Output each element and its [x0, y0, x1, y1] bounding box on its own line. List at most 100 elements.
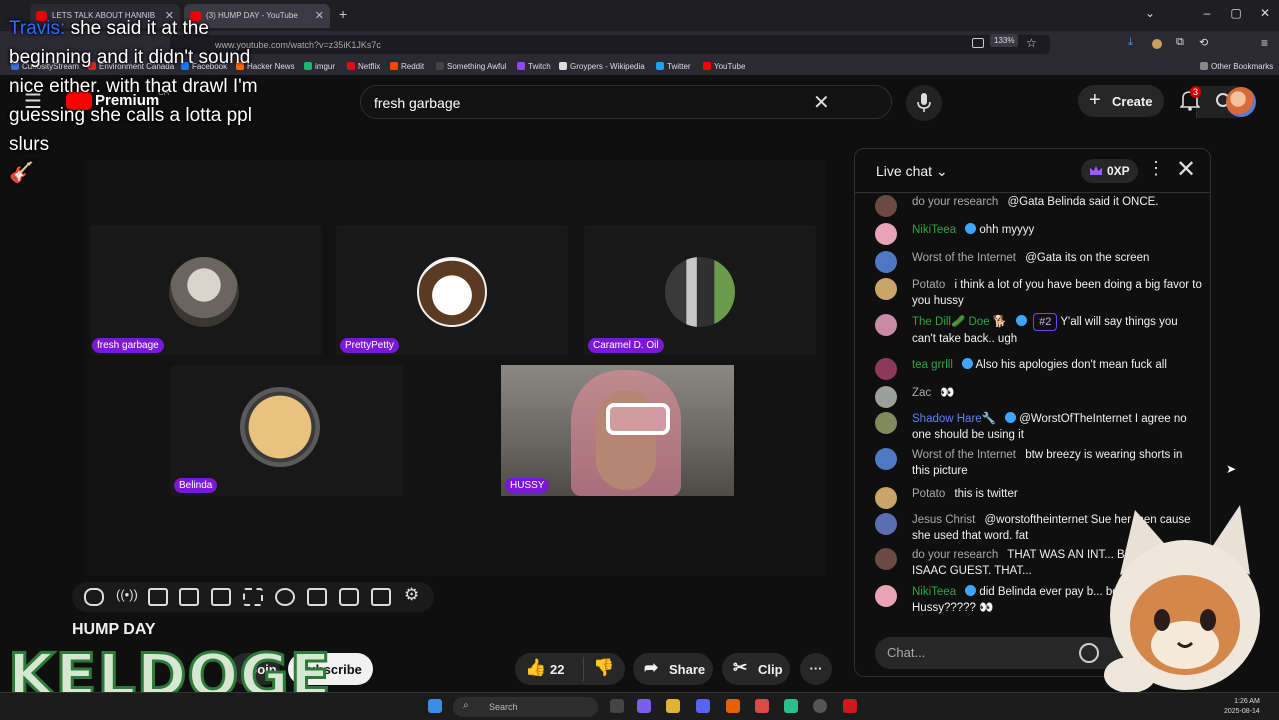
bookmark-star-icon[interactable]: ☆: [1026, 36, 1037, 50]
xp-badge[interactable]: 0XP: [1081, 159, 1138, 183]
chat-author-avatar[interactable]: [875, 314, 897, 336]
camera-icon[interactable]: [339, 588, 359, 606]
bookmark-item[interactable]: Twitch: [517, 62, 551, 71]
copilot-icon[interactable]: [637, 699, 651, 713]
bookmark-item[interactable]: Groypers - Wikipedia: [559, 62, 645, 71]
broadcast-icon[interactable]: ((•)): [116, 587, 138, 605]
menu-icon[interactable]: ≡: [1261, 36, 1268, 50]
clear-search-icon[interactable]: ✕: [813, 90, 830, 115]
windows-taskbar: ⌕ Search 1:26 AM 2025-08-14: [0, 692, 1279, 720]
new-tab-button[interactable]: +: [339, 6, 347, 22]
participant-tile: Belinda: [170, 365, 403, 496]
maximize-icon[interactable]: ▢: [1226, 6, 1246, 20]
task-view-icon[interactable]: [610, 699, 624, 713]
autoplay-icon[interactable]: [148, 588, 168, 606]
extension-icon[interactable]: [1152, 39, 1162, 49]
start-menu-icon[interactable]: [428, 699, 442, 713]
chat-author-avatar[interactable]: [875, 223, 897, 245]
participant-tile: Caramel D. Oil: [584, 225, 816, 355]
address-bar[interactable]: www.youtube.com/watch?v=z35iK1JKs7c: [170, 35, 1050, 54]
keyboard-icon[interactable]: [371, 588, 391, 606]
taskbar-search[interactable]: ⌕ Search: [453, 697, 598, 717]
chat-author-name[interactable]: do your research: [912, 196, 998, 208]
member-badge-icon: [965, 223, 977, 234]
chat-author-avatar[interactable]: [875, 386, 897, 408]
discord-icon[interactable]: [696, 699, 710, 713]
theater-mode-icon[interactable]: [243, 588, 263, 606]
app-icon[interactable]: [784, 699, 798, 713]
extensions-puzzle-icon[interactable]: ⧉: [1176, 36, 1184, 49]
webcam-sunglasses: [606, 403, 670, 435]
create-button[interactable]: + Create: [1078, 85, 1164, 117]
chat-author-avatar[interactable]: [875, 278, 897, 300]
chat-author-name[interactable]: Jesus Christ: [912, 514, 975, 526]
live-chat-title-dropdown[interactable]: Live chat ⌄: [876, 163, 948, 180]
add-icon[interactable]: [307, 588, 327, 606]
voice-search-button[interactable]: [906, 85, 942, 121]
app-icon[interactable]: [755, 699, 769, 713]
close-tab-icon[interactable]: ✕: [315, 9, 324, 22]
chat-author-name[interactable]: Potato: [912, 279, 945, 291]
chat-message-body: tea grrlll Also his apologies don't mean…: [912, 357, 1202, 373]
chat-author-avatar[interactable]: [875, 448, 897, 470]
more-actions-button[interactable]: ···: [800, 653, 832, 685]
chat-author-name[interactable]: Worst of the Internet: [912, 252, 1016, 264]
other-bookmarks[interactable]: Other Bookmarks: [1200, 62, 1273, 71]
chat-author-name[interactable]: Shadow Hare🔧: [912, 413, 996, 425]
screenshot-icon[interactable]: [972, 38, 984, 48]
chat-author-avatar[interactable]: [875, 585, 897, 607]
tab-list-chevron-icon[interactable]: ⌄: [1140, 6, 1160, 20]
search-box[interactable]: fresh garbage ✕: [360, 85, 1252, 119]
system-clock[interactable]: 1:26 AM 2025-08-14: [1224, 697, 1260, 717]
youtube-app-icon[interactable]: [843, 699, 857, 713]
download-icon[interactable]: ⤓: [1128, 36, 1133, 49]
file-explorer-icon[interactable]: [666, 699, 680, 713]
bookmark-item[interactable]: Reddit: [390, 62, 424, 71]
zoom-level[interactable]: 133%: [990, 34, 1019, 47]
chat-author-name[interactable]: Worst of the Internet: [912, 449, 1016, 461]
thumbs-down-icon[interactable]: 👎: [593, 658, 614, 678]
loop-icon[interactable]: [84, 588, 104, 606]
participant-tile: fresh garbage: [90, 225, 322, 355]
taskbar-search-label: Search: [489, 702, 518, 712]
clapperboard-icon[interactable]: [179, 588, 199, 606]
chat-author-avatar[interactable]: [875, 412, 897, 434]
chat-author-avatar[interactable]: [875, 251, 897, 273]
speed-icon[interactable]: [275, 588, 295, 606]
share-button[interactable]: ➦ Share: [633, 653, 713, 685]
account-icon[interactable]: ⟲: [1199, 36, 1208, 49]
bookmark-item[interactable]: Something Awful: [436, 62, 506, 71]
firefox-icon[interactable]: [726, 699, 740, 713]
settings-gear-icon[interactable]: ⚙: [404, 585, 424, 604]
chat-author-name[interactable]: The Dill🥒 Doe 🐕: [912, 316, 1007, 328]
media-player-icon[interactable]: [813, 699, 827, 713]
chat-message-body: The Dill🥒 Doe 🐕 #2 Y'all will say things …: [912, 313, 1202, 347]
clip-label: Clip: [758, 662, 783, 677]
account-avatar[interactable]: [1226, 87, 1256, 117]
chat-author-name[interactable]: NikiTeea: [912, 586, 956, 598]
chat-author-avatar[interactable]: [875, 195, 897, 217]
chat-author-name[interactable]: NikiTeea: [912, 224, 956, 236]
chat-author-name[interactable]: Potato: [912, 488, 945, 500]
thumbs-up-icon[interactable]: 👍: [525, 658, 546, 678]
bookmark-item[interactable]: imgur: [304, 62, 335, 71]
close-chat-icon[interactable]: ✕: [1176, 155, 1196, 184]
chat-author-name[interactable]: Zac: [912, 387, 931, 399]
clip-button[interactable]: ✂ Clip: [722, 653, 790, 685]
bookmark-item[interactable]: YouTube: [703, 62, 745, 71]
miniplayer-icon[interactable]: [211, 588, 231, 606]
scissors-icon: ✂: [733, 658, 748, 677]
rank-badge: #2: [1033, 313, 1058, 331]
chat-author-avatar[interactable]: [875, 358, 897, 380]
chat-author-avatar[interactable]: [875, 548, 897, 570]
chat-author-avatar[interactable]: [875, 513, 897, 535]
chat-author-avatar[interactable]: [875, 487, 897, 509]
chat-author-name[interactable]: tea grrlll: [912, 359, 953, 371]
search-input[interactable]: fresh garbage: [374, 95, 460, 111]
bookmark-item[interactable]: Netflix: [347, 62, 380, 71]
close-window-icon[interactable]: ✕: [1255, 6, 1275, 20]
minimize-icon[interactable]: –: [1197, 6, 1217, 20]
more-options-icon[interactable]: ⋮: [1147, 158, 1165, 179]
chat-author-name[interactable]: do your research: [912, 549, 998, 561]
bookmark-item[interactable]: Twitter: [656, 62, 691, 71]
